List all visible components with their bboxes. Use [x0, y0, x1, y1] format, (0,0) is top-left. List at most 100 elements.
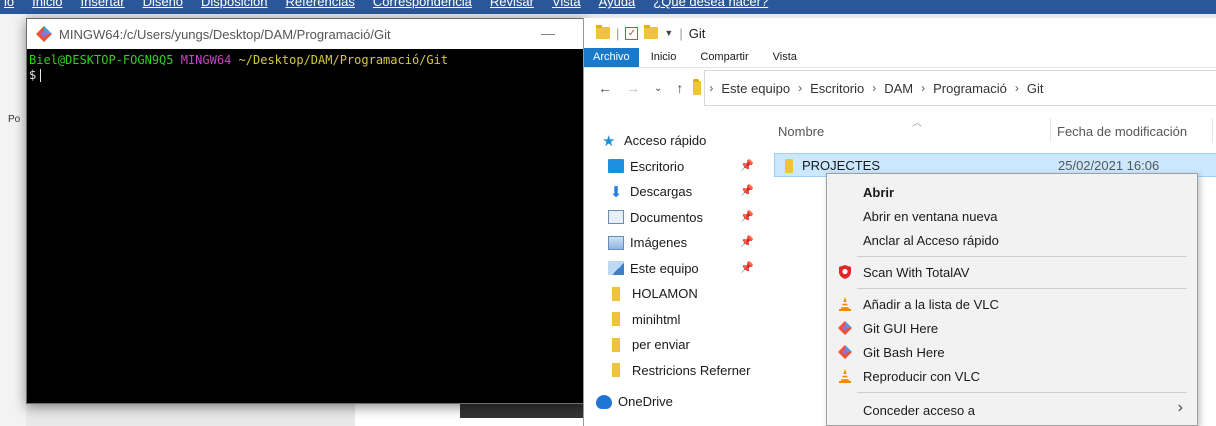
menu-item-reproducir-vlc[interactable]: Reproducir con VLC [827, 364, 1197, 388]
properties-check-icon[interactable]: ✓ [625, 26, 639, 40]
desktop-icon [608, 159, 624, 174]
navigation-pane: ★ Acceso rápido Escritorio 📌 ⬇ Descargas… [584, 128, 774, 415]
nav-item-holamon[interactable]: HOLAMON [584, 281, 774, 307]
git-icon [838, 321, 852, 335]
nav-label: Documentos [630, 209, 703, 225]
totalav-shield-icon [839, 265, 851, 279]
nav-item-descargas[interactable]: ⬇ Descargas 📌 [584, 179, 774, 205]
minimize-button[interactable]: — [541, 25, 555, 41]
explorer-title: Git [688, 25, 706, 41]
terminal-input-line[interactable]: $ [29, 68, 585, 83]
nav-label: Acceso rápido [624, 133, 707, 149]
terminal-env: MINGW64 [180, 53, 232, 67]
git-icon [838, 345, 852, 359]
terminal-output[interactable]: Biel@DESKTOP-FOGN9Q5 MINGW64 ~/Desktop/D… [27, 49, 585, 83]
pin-icon[interactable]: 📌 [740, 210, 754, 223]
nav-item-documentos[interactable]: Documentos 📌 [584, 205, 774, 231]
word-tab[interactable]: Inicio [32, 0, 62, 9]
nav-item-imagenes[interactable]: Imágenes 📌 [584, 230, 774, 256]
folder-icon [612, 286, 620, 301]
computer-icon [608, 261, 624, 276]
tab-inicio[interactable]: Inicio [639, 48, 689, 67]
terminal-user-host: Biel@DESKTOP-FOGN9Q5 [29, 53, 174, 67]
pin-icon[interactable]: 📌 [740, 184, 754, 197]
menu-item-conceder-acceso[interactable]: Conceder acceso a › [827, 398, 1197, 422]
forward-arrow-icon[interactable]: → [626, 80, 640, 96]
word-search[interactable]: ¿Qué desea hacer? [653, 0, 768, 9]
word-tab[interactable]: Referencias [286, 0, 355, 9]
terminal-window[interactable]: MINGW64:/c/Users/yungs/Desktop/DAM/Progr… [26, 18, 586, 404]
word-tab[interactable]: Correspondencia [373, 0, 472, 9]
explorer-ribbon: Archivo Inicio Compartir Vista [584, 48, 1216, 68]
nav-item-escritorio[interactable]: Escritorio 📌 [584, 154, 774, 180]
explorer-titlebar[interactable]: | ✓ ▼ | Git [584, 18, 1216, 48]
documents-icon [608, 210, 624, 225]
nav-item-per-enviar[interactable]: per enviar [584, 332, 774, 358]
column-name[interactable]: Nombre [778, 124, 824, 139]
pin-icon[interactable]: 📌 [740, 235, 754, 248]
download-icon: ⬇ [609, 183, 623, 201]
menu-item-anadir-vlc[interactable]: Añadir a la lista de VLC [827, 292, 1197, 316]
tab-archivo[interactable]: Archivo [584, 48, 639, 67]
word-tab[interactable]: Diseño [143, 0, 183, 9]
menu-label: Reproducir con VLC [863, 368, 981, 384]
menu-separator [857, 288, 1187, 289]
tab-compartir[interactable]: Compartir [688, 48, 760, 67]
pin-icon[interactable]: 📌 [740, 261, 754, 274]
column-headers: ︿ Nombre Fecha de modificación [774, 114, 1216, 144]
nav-item-este-equipo[interactable]: Este equipo 📌 [584, 256, 774, 282]
terminal-prompt: $ [29, 68, 37, 82]
sort-chevron-icon: ︿ [912, 118, 922, 129]
pin-icon[interactable]: 📌 [740, 159, 754, 172]
star-icon: ★ [602, 132, 616, 150]
file-name: PROJECTES [802, 158, 881, 173]
back-arrow-icon[interactable]: ← [598, 80, 612, 96]
quick-access-dropdown-icon[interactable]: ▼ [664, 28, 673, 38]
menu-item-abrir-ventana-nueva[interactable]: Abrir en ventana nueva [827, 204, 1197, 228]
word-tab[interactable]: Insertar [80, 0, 124, 9]
menu-item-anclar-acceso-rapido[interactable]: Anclar al Acceso rápido [827, 228, 1197, 252]
separator: | [616, 25, 620, 41]
folder-icon [596, 25, 610, 39]
column-divider[interactable] [1212, 118, 1213, 142]
nav-item-restricions[interactable]: Restricions Referner [584, 358, 774, 384]
column-date[interactable]: Fecha de modificación [1057, 124, 1187, 139]
menu-item-git-gui[interactable]: Git GUI Here [827, 316, 1197, 340]
nav-item-minihtml[interactable]: minihtml [584, 307, 774, 333]
menu-separator [857, 256, 1187, 257]
terminal-prompt-line: Biel@DESKTOP-FOGN9Q5 MINGW64 ~/Desktop/D… [29, 53, 585, 68]
up-arrow-icon[interactable]: ↑ [676, 80, 683, 96]
nav-label: Escritorio [630, 158, 685, 174]
menu-label: Añadir a la lista de VLC [863, 296, 999, 312]
tab-vista[interactable]: Vista [761, 48, 809, 67]
word-left-panel: Po [0, 14, 26, 426]
word-tab[interactable]: Ayuda [599, 0, 636, 9]
word-tabs: io Inicio Insertar Diseño Disposición Re… [0, 0, 1216, 9]
menu-label: Conceder acceso a [863, 402, 976, 418]
word-tab[interactable]: Revisar [490, 0, 534, 9]
column-divider[interactable] [1050, 118, 1051, 142]
terminal-cwd: ~/Desktop/DAM/Programació/Git [238, 53, 449, 67]
nav-item-acceso-rapido[interactable]: ★ Acceso rápido [584, 128, 774, 154]
separator: | [679, 25, 683, 41]
nav-item-onedrive[interactable]: OneDrive [584, 389, 774, 415]
word-tab[interactable]: Vista [552, 0, 581, 9]
new-folder-icon[interactable] [644, 25, 659, 39]
word-tab[interactable]: Disposición [201, 0, 267, 9]
menu-item-scan-totalav[interactable]: Scan With TotalAV [827, 260, 1197, 284]
menu-label: Anclar al Acceso rápido [863, 232, 999, 248]
word-left-label: Po [8, 114, 21, 125]
menu-item-abrir[interactable]: Abrir [827, 180, 1197, 204]
breadcrumb-folder-icon [693, 79, 702, 95]
git-bash-icon [36, 26, 52, 42]
submenu-chevron-icon: › [1177, 399, 1183, 416]
nav-label: Restricions Referner [632, 362, 751, 378]
terminal-titlebar[interactable]: MINGW64:/c/Users/yungs/Desktop/DAM/Progr… [27, 19, 585, 49]
menu-label: Git GUI Here [863, 320, 939, 336]
recent-locations-chevron-icon[interactable]: ⌄ [654, 83, 662, 94]
menu-item-git-bash[interactable]: Git Bash Here [827, 340, 1197, 364]
word-tab[interactable]: io [4, 0, 14, 9]
nav-label: per enviar [632, 337, 690, 353]
menu-label: Scan With TotalAV [863, 264, 970, 280]
nav-label: minihtml [632, 311, 681, 327]
